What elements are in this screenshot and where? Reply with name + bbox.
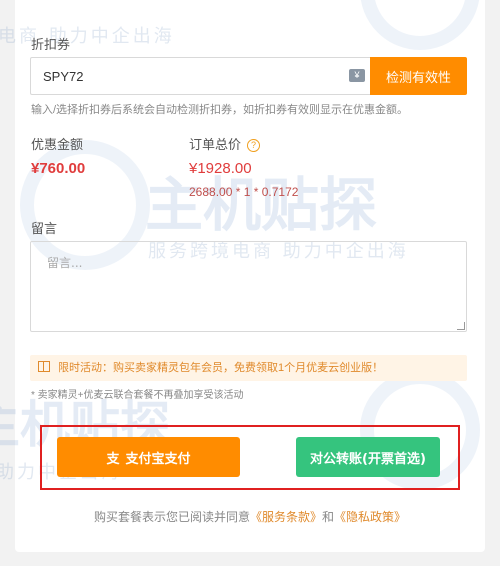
price-formula: 2688.00 * 1 * 0.7172 — [189, 185, 299, 199]
promo-note: * 卖家精灵+优麦云联合套餐不再叠加享受该活动 — [31, 390, 244, 401]
bank-transfer-button[interactable]: 对公转账(开票首选) — [296, 437, 440, 477]
order-total-label: 订单总价 — [189, 137, 242, 152]
coupon-ticket-icon[interactable]: ¥ — [349, 69, 365, 82]
alipay-icon: 支 — [106, 451, 120, 467]
agreement-text: 购买套餐表示您已阅读并同意《服务条款》和《隐私政策》 — [0, 508, 500, 525]
promo-banner: 限时活动：购买卖家精灵包年会员，免费领取1个月优麦云创业版！ — [30, 355, 467, 381]
coupon-label: 折扣券 — [31, 37, 71, 52]
order-total-label-row: 订单总价? — [189, 134, 261, 153]
promo-text: 限时活动：购买卖家精灵包年会员，免费领取1个月优麦云创业版！ — [58, 362, 384, 374]
resize-handle-icon[interactable] — [457, 322, 465, 330]
order-total-amount: ¥1928.00 — [189, 160, 252, 177]
coupon-row: ¥ 检测有效性 — [30, 57, 467, 95]
remark-textarea[interactable] — [30, 241, 467, 332]
discount-label: 优惠金额 — [31, 137, 84, 152]
agreement-and: 和 — [322, 510, 335, 524]
discount-amount: ¥760.00 — [31, 160, 86, 177]
terms-link[interactable]: 《服务条款》 — [250, 510, 322, 524]
alipay-pay-button[interactable]: 支支付宝支付 — [57, 437, 240, 477]
gift-icon — [38, 361, 50, 372]
coupon-input[interactable] — [30, 57, 370, 95]
check-validity-button[interactable]: 检测有效性 — [370, 57, 467, 95]
remark-label: 留言 — [31, 221, 58, 236]
agreement-prefix: 购买套餐表示您已阅读并同意 — [93, 510, 250, 524]
coupon-hint: 输入/选择折扣券后系统会自动检测折扣券，如折扣券有效则显示在优惠金额。 — [31, 104, 409, 116]
help-icon[interactable]: ? — [247, 139, 261, 152]
privacy-link[interactable]: 《隐私政策》 — [334, 510, 406, 524]
alipay-label: 支付宝支付 — [125, 451, 191, 467]
